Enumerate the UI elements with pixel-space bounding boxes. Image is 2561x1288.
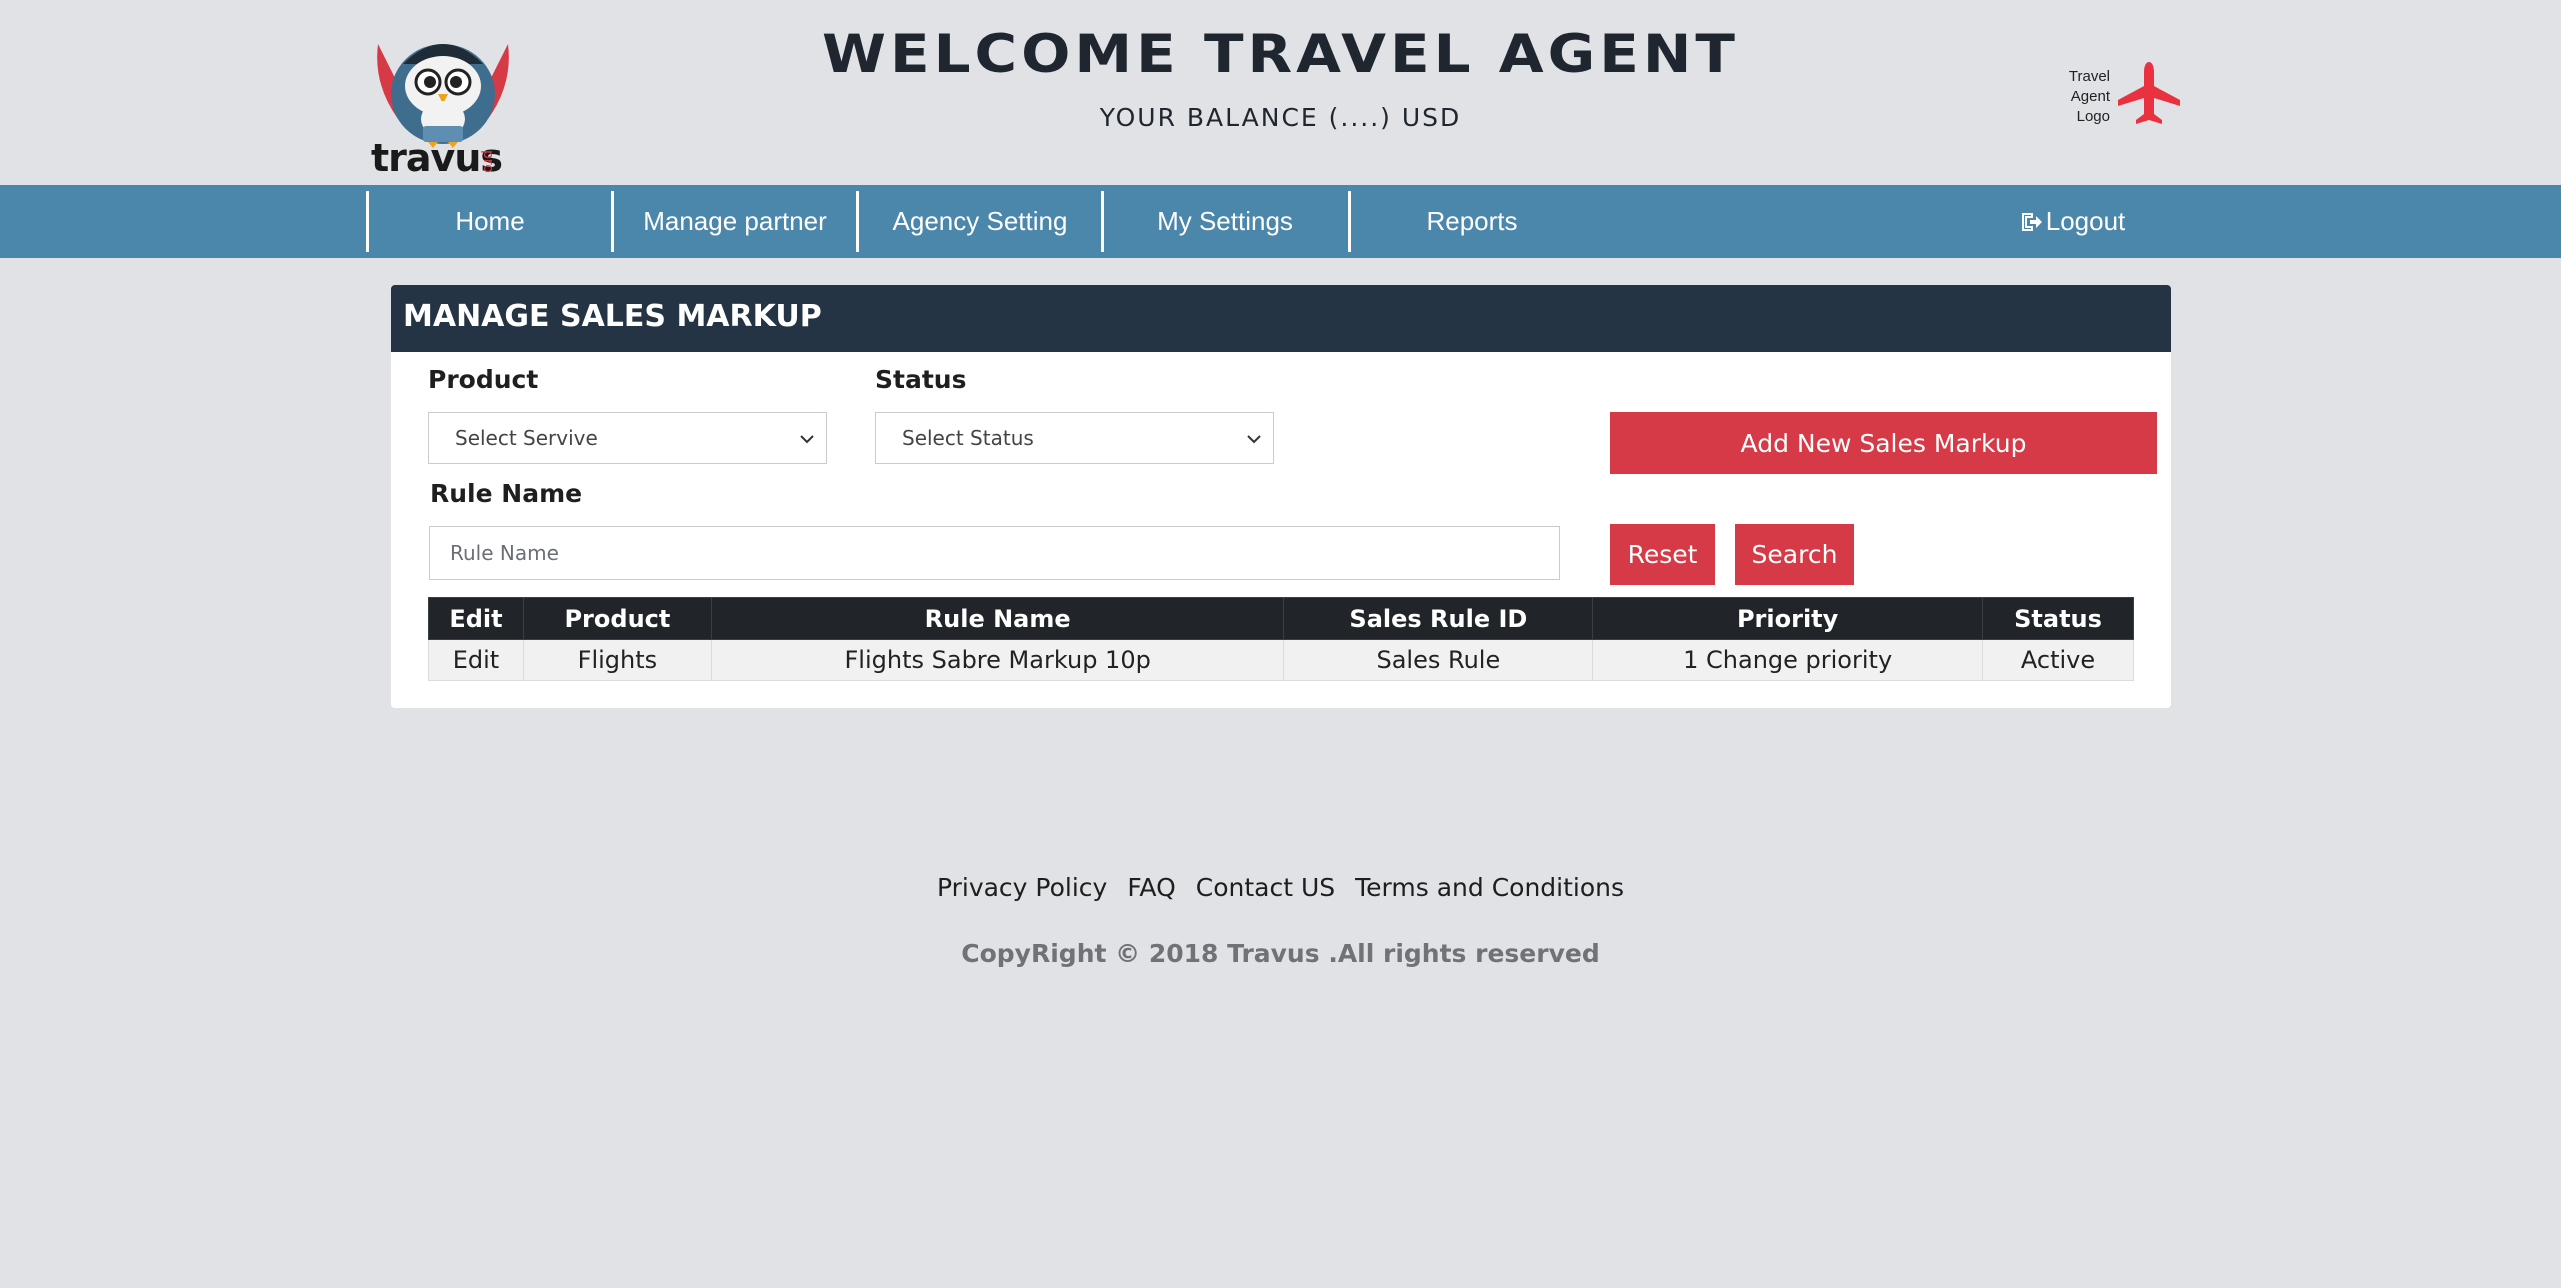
reset-button-label: Reset xyxy=(1627,540,1698,569)
site-header: travus pro WELCOME TRAVEL AGENT YOUR BAL… xyxy=(0,0,2561,185)
nav-item-label: Agency Setting xyxy=(892,206,1068,236)
sales-markup-table: Edit Product Rule Name Sales Rule ID Pri… xyxy=(428,597,2134,681)
product-select[interactable]: Select Servive xyxy=(428,412,827,464)
reset-button[interactable]: Reset xyxy=(1610,524,1715,585)
brand-suffix: pro xyxy=(480,150,496,173)
nav-item-label: Reports xyxy=(1426,206,1518,236)
table-header-row: Edit Product Rule Name Sales Rule ID Pri… xyxy=(428,597,2134,640)
status-select-value: Select Status xyxy=(902,426,1034,450)
footer-link-privacy-policy[interactable]: Privacy Policy xyxy=(937,873,1107,902)
edit-link[interactable]: Edit xyxy=(428,639,524,681)
cell-rule-name: Flights Sabre Markup 10p xyxy=(710,639,1285,681)
status-label: Status xyxy=(875,365,967,394)
column-header-product: Product xyxy=(522,597,712,640)
column-header-rule-name: Rule Name xyxy=(710,597,1285,640)
search-button-label: Search xyxy=(1751,540,1838,569)
column-header-status: Status xyxy=(1982,597,2134,640)
nav-item-agency-setting[interactable]: Agency Setting xyxy=(856,191,1101,252)
nav-item-manage-partner[interactable]: Manage partner xyxy=(611,191,856,252)
logout-link[interactable]: Logout xyxy=(2000,191,2145,252)
nav-item-home[interactable]: Home xyxy=(366,191,611,252)
logout-label: Logout xyxy=(2045,206,2126,236)
status-select[interactable]: Select Status xyxy=(875,412,1274,464)
column-header-edit: Edit xyxy=(428,597,524,640)
copyright-text: CopyRight © 2018 Travus .All rights rese… xyxy=(961,939,1600,968)
table-row: Edit Flights Flights Sabre Markup 10p Sa… xyxy=(428,639,2134,681)
chevron-down-icon xyxy=(1247,435,1261,444)
add-new-sales-markup-button[interactable]: Add New Sales Markup xyxy=(1610,412,2157,474)
nav-item-label: Home xyxy=(455,206,525,236)
column-header-priority: Priority xyxy=(1592,597,1984,640)
footer-links: Privacy Policy FAQ Contact US Terms and … xyxy=(0,873,2561,902)
nav-item-my-settings[interactable]: My Settings xyxy=(1101,191,1346,252)
nav-item-reports[interactable]: Reports xyxy=(1348,191,1593,252)
airplane-icon xyxy=(2118,62,2180,124)
panel-title: MANAGE SALES MARKUP xyxy=(403,299,822,334)
column-header-sales-rule-id: Sales Rule ID xyxy=(1283,597,1594,640)
agent-logo-text: Travel Agent Logo xyxy=(2068,68,2110,125)
search-button[interactable]: Search xyxy=(1735,524,1854,585)
footer-link-faq[interactable]: FAQ xyxy=(1127,873,1175,902)
nav-item-label: My Settings xyxy=(1157,206,1293,236)
manage-sales-markup-panel: MANAGE SALES MARKUP Product Select Servi… xyxy=(391,285,2171,708)
footer-link-terms-and-conditions[interactable]: Terms and Conditions xyxy=(1355,873,1624,902)
cell-sales-rule-id: Sales Rule xyxy=(1283,639,1594,681)
nav-item-label: Manage partner xyxy=(643,206,827,236)
add-button-label: Add New Sales Markup xyxy=(1740,428,2027,458)
change-priority-link[interactable]: 1 Change priority xyxy=(1592,639,1984,681)
chevron-down-icon xyxy=(800,435,814,444)
main-navbar: Home Manage partner Agency Setting My Se… xyxy=(0,185,2561,258)
cell-status: Active xyxy=(1982,639,2134,681)
panel-header: MANAGE SALES MARKUP xyxy=(391,285,2171,352)
rule-name-input[interactable] xyxy=(429,526,1560,580)
cell-product: Flights xyxy=(522,639,712,681)
product-label: Product xyxy=(428,365,539,394)
sign-out-icon xyxy=(2021,212,2042,231)
footer-link-contact-us[interactable]: Contact US xyxy=(1196,873,1335,902)
rule-name-label: Rule Name xyxy=(430,479,583,508)
product-select-value: Select Servive xyxy=(455,426,598,450)
